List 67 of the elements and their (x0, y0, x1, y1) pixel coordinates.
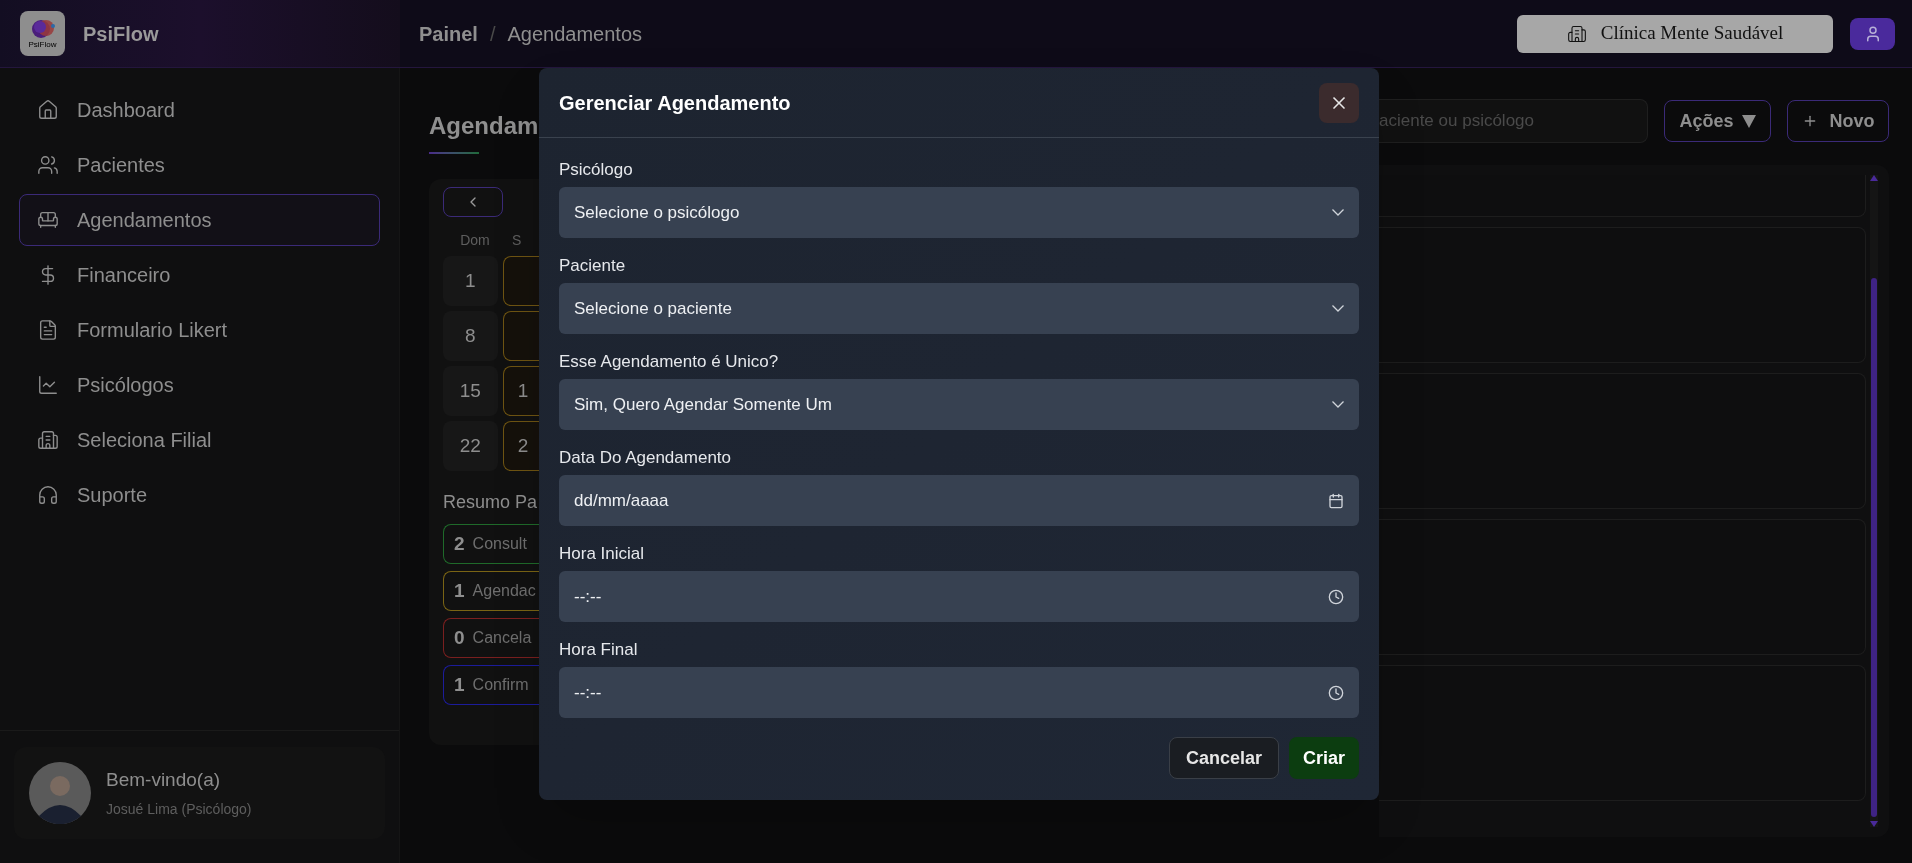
field-label: Esse Agendamento é Unico? (559, 351, 779, 373)
actions-button[interactable]: Ações (1664, 100, 1771, 142)
field-label: Hora Inicial (559, 543, 645, 565)
clinic-button[interactable]: Clínica Mente Saudável (1517, 14, 1833, 53)
user-name: Josué Lima (Psicólogo) (106, 799, 252, 819)
scroll-up-arrow-icon[interactable] (1870, 175, 1878, 181)
input-field[interactable]: --:-- (559, 571, 1359, 622)
logo: PsiFlow (20, 11, 65, 56)
chevron-down-icon (1332, 401, 1344, 408)
create-button[interactable]: Criar (1288, 737, 1359, 779)
day-cell[interactable]: 2 (502, 421, 539, 471)
triangle-down-icon (1741, 114, 1756, 128)
clock-icon (1328, 684, 1344, 701)
field-label: Hora Final (559, 639, 638, 661)
users-icon (37, 154, 59, 176)
scroll-down-arrow-icon[interactable] (1870, 821, 1878, 827)
page-title: Agendam (429, 111, 539, 141)
day-cell[interactable]: 8 (443, 311, 498, 361)
greeting: Bem-vindo(a) (106, 768, 222, 793)
sidebar-item[interactable]: Agendamentos (19, 194, 380, 246)
sidebar-item[interactable]: Formulario Likert (19, 304, 380, 356)
clock-icon (1328, 588, 1344, 605)
line-chart-icon (37, 374, 59, 396)
weekday-label: Dom (459, 230, 491, 250)
sidebar-item[interactable]: Suporte (19, 469, 380, 521)
chevron-down-icon (1332, 305, 1344, 312)
field-label: Data Do Agendamento (559, 447, 731, 469)
day-cell[interactable]: 15 (443, 366, 498, 416)
house-icon (37, 99, 59, 121)
user-button[interactable] (1850, 17, 1895, 50)
day-cell[interactable] (502, 311, 539, 361)
weekday-label: S (512, 230, 522, 250)
sidebar-item[interactable]: Pacientes (19, 139, 380, 191)
select-field[interactable]: Selecione o paciente (559, 283, 1359, 334)
breadcrumb-current: Agendamentos (507, 21, 643, 47)
new-button[interactable]: Novo (1787, 100, 1889, 142)
breadcrumb-separator: / (489, 21, 496, 47)
breadcrumb-link[interactable]: Painel (419, 18, 478, 49)
select-field[interactable]: Selecione o psicólogo (559, 187, 1359, 238)
logo-blob-icon (29, 18, 56, 40)
sidebar-item[interactable]: Psicólogos (19, 359, 380, 411)
calendar-icon (1328, 492, 1344, 509)
field-label: Paciente (559, 255, 626, 277)
field-label: Psicólogo (559, 159, 633, 181)
document-icon (37, 319, 59, 341)
brand-name: PsiFlow (83, 21, 159, 47)
sidebar-item[interactable]: Financeiro (19, 249, 380, 301)
cancel-button[interactable]: Cancelar (1168, 737, 1279, 779)
input-field[interactable]: dd/mm/aaaa (559, 475, 1359, 526)
summary-title: Resumo Pa (443, 491, 538, 514)
day-cell[interactable]: 22 (443, 421, 498, 471)
sidebar-item[interactable]: Seleciona Filial (19, 414, 380, 466)
input-field[interactable]: --:-- (559, 667, 1359, 718)
avatar (29, 762, 91, 824)
day-cell[interactable]: 1 (502, 366, 539, 416)
day-cell[interactable] (502, 256, 539, 306)
day-cell[interactable]: 1 (443, 256, 498, 306)
sidebar-item[interactable]: Dashboard (19, 84, 380, 136)
headphones-icon (37, 484, 59, 506)
previous-month-button[interactable] (443, 187, 503, 217)
close-button[interactable] (1319, 82, 1359, 123)
building-icon (37, 429, 59, 451)
sofa-icon (37, 209, 59, 231)
building-icon (1566, 23, 1587, 44)
select-field[interactable]: Sim, Quero Agendar Somente Um (559, 379, 1359, 430)
modal-title: Gerenciar Agendamento (559, 90, 791, 116)
chevron-down-icon (1332, 209, 1344, 216)
